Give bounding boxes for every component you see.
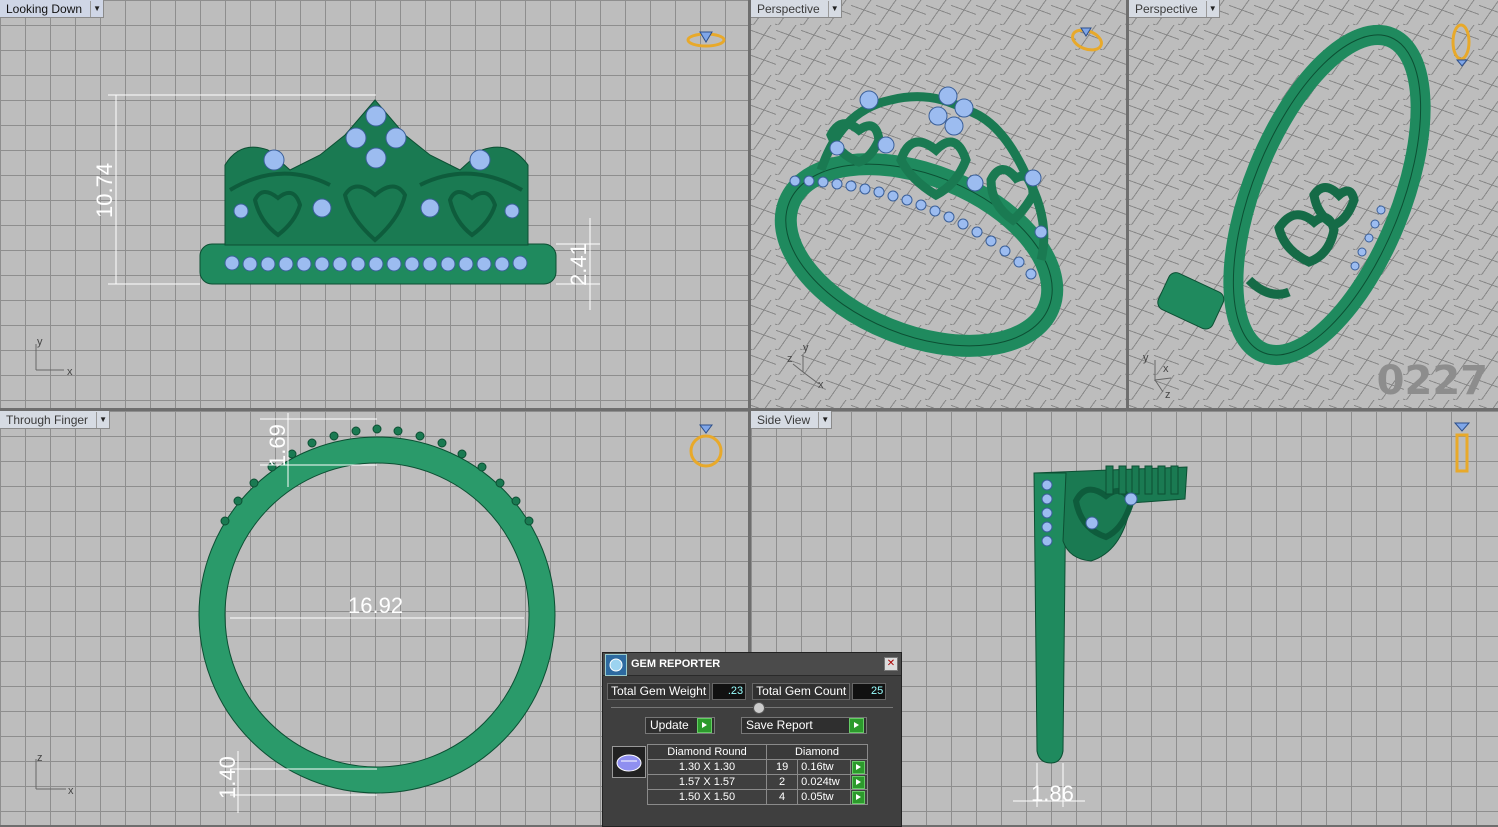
- dropdown-arrow-icon[interactable]: ▼: [818, 411, 831, 428]
- gem-reporter-logo-icon: [605, 653, 627, 676]
- gem-size-cell: 1.50 X 1.50: [647, 789, 767, 805]
- total-gem-weight-label: Total Gem Weight: [607, 682, 711, 700]
- table-row: 1.50 X 1.50 4 0.05tw: [647, 789, 869, 805]
- gem-totals-row: Total Gem Weight .23 Total Gem Count 25: [607, 682, 901, 700]
- viewport-looking-down[interactable]: Looking Down ▼ 10.74 2.41 y x: [0, 0, 748, 408]
- gem-table: Diamond Round Diamond 1.30 X 1.30 19 0.1…: [647, 744, 869, 805]
- axis-z-label: z: [1165, 389, 1171, 398]
- watermark-number: 0227: [1376, 358, 1488, 404]
- axis-y-label: y: [803, 342, 809, 354]
- gem-weight-cell: 0.16tw: [797, 759, 851, 775]
- gem-reporter-title: GEM REPORTER: [631, 658, 721, 670]
- dimension-top-label: 1.69: [265, 424, 290, 467]
- viewport-title: Perspective: [757, 1, 820, 16]
- go-arrow-icon: [697, 717, 712, 733]
- axis-z-label: z: [37, 752, 43, 764]
- row-go-cell: [849, 759, 869, 775]
- axis-z-label: z: [787, 353, 793, 365]
- viewport-title: Side View: [757, 412, 811, 427]
- gem-weight-cell: 0.05tw: [797, 789, 851, 805]
- update-button-label: Update: [650, 717, 689, 732]
- viewport-title: Perspective: [1135, 1, 1198, 16]
- total-gem-count-label: Total Gem Count: [752, 682, 851, 700]
- axis-indicator: z x: [30, 751, 80, 799]
- total-gem-count-value: 25: [852, 682, 887, 700]
- dimension-bottom-label: 1.40: [215, 756, 240, 799]
- table-header-material: Diamond: [766, 744, 868, 760]
- viewport-title: Looking Down: [6, 1, 83, 16]
- viewport-perspective-1[interactable]: Perspective ▼ z y x: [751, 0, 1126, 408]
- axis-y-label: y: [1143, 352, 1149, 364]
- row-go-cell: [849, 789, 869, 805]
- viewport-tab-perspective-1[interactable]: Perspective ▼: [751, 0, 842, 18]
- go-arrow-icon[interactable]: [851, 760, 865, 774]
- gem-count-cell: 2: [765, 774, 799, 790]
- update-button[interactable]: Update: [645, 716, 715, 734]
- viewport-tab-looking-down[interactable]: Looking Down ▼: [0, 0, 105, 18]
- table-row: 1.30 X 1.30 19 0.16tw: [647, 759, 869, 775]
- save-report-button-label: Save Report: [746, 717, 813, 732]
- collapse-toggle-icon[interactable]: [753, 702, 765, 714]
- axis-x-label: x: [818, 379, 824, 390]
- axis-x-label: x: [68, 785, 74, 796]
- dimension-width-label: 1.86: [1031, 781, 1074, 806]
- axis-indicator: y x z: [1139, 348, 1189, 401]
- dimension-band-label: 2.41: [566, 243, 591, 286]
- view-cube-ring-icon[interactable]: [688, 421, 728, 476]
- view-cube-ring-icon[interactable]: [1449, 419, 1479, 480]
- dimension-diameter-label: 16.92: [348, 593, 403, 618]
- dropdown-arrow-icon[interactable]: ▼: [827, 0, 841, 17]
- total-gem-weight-value: .23: [712, 682, 747, 700]
- save-report-button[interactable]: Save Report: [741, 716, 867, 734]
- table-header-shape: Diamond Round: [647, 744, 767, 760]
- dimension-height-label: 10.74: [92, 163, 117, 218]
- dropdown-arrow-icon[interactable]: ▼: [1205, 0, 1219, 17]
- axis-indicator: z y x: [787, 340, 837, 393]
- gem-count-cell: 4: [765, 789, 799, 805]
- axis-y-label: y: [37, 336, 43, 348]
- viewport-title: Through Finger: [6, 412, 89, 427]
- gem-weight-cell: 0.024tw: [797, 774, 851, 790]
- row-go-cell: [849, 774, 869, 790]
- dropdown-arrow-icon[interactable]: ▼: [96, 411, 109, 428]
- axis-indicator: y x: [30, 336, 80, 379]
- gem-count-cell: 19: [765, 759, 799, 775]
- viewport-tab-perspective-2[interactable]: Perspective ▼: [1129, 0, 1220, 18]
- gem-reporter-titlebar[interactable]: GEM REPORTER ✕: [603, 653, 901, 676]
- go-arrow-icon[interactable]: [851, 790, 865, 804]
- ring-side-perspective-render: [1157, 24, 1431, 366]
- close-icon[interactable]: ✕: [884, 657, 898, 671]
- table-row: 1.57 X 1.57 2 0.024tw: [647, 774, 869, 790]
- dropdown-arrow-icon[interactable]: ▼: [90, 0, 103, 17]
- go-arrow-icon[interactable]: [851, 775, 865, 789]
- gem-actions-row: Update Save Report: [645, 716, 901, 734]
- view-cube-ring-icon[interactable]: [686, 28, 728, 55]
- go-arrow-icon: [849, 717, 864, 733]
- viewport-tab-through-finger[interactable]: Through Finger ▼: [0, 411, 111, 429]
- diamond-round-thumbnail[interactable]: [612, 746, 646, 778]
- axis-x-label: x: [1163, 363, 1169, 375]
- view-cube-ring-icon[interactable]: [1069, 22, 1109, 59]
- gem-size-cell: 1.57 X 1.57: [647, 774, 767, 790]
- axis-x-label: x: [67, 366, 73, 376]
- panel-divider: [611, 702, 893, 714]
- viewport-tab-side-view[interactable]: Side View ▼: [751, 411, 833, 429]
- view-cube-ring-icon[interactable]: [1447, 18, 1479, 73]
- gem-reporter-panel: GEM REPORTER ✕ Total Gem Weight .23 Tota…: [602, 652, 902, 827]
- viewport-perspective-2[interactable]: Perspective ▼ 0227 y x z: [1129, 0, 1498, 408]
- ring-front-render: 10.74 2.41: [92, 94, 600, 310]
- gem-size-cell: 1.30 X 1.30: [647, 759, 767, 775]
